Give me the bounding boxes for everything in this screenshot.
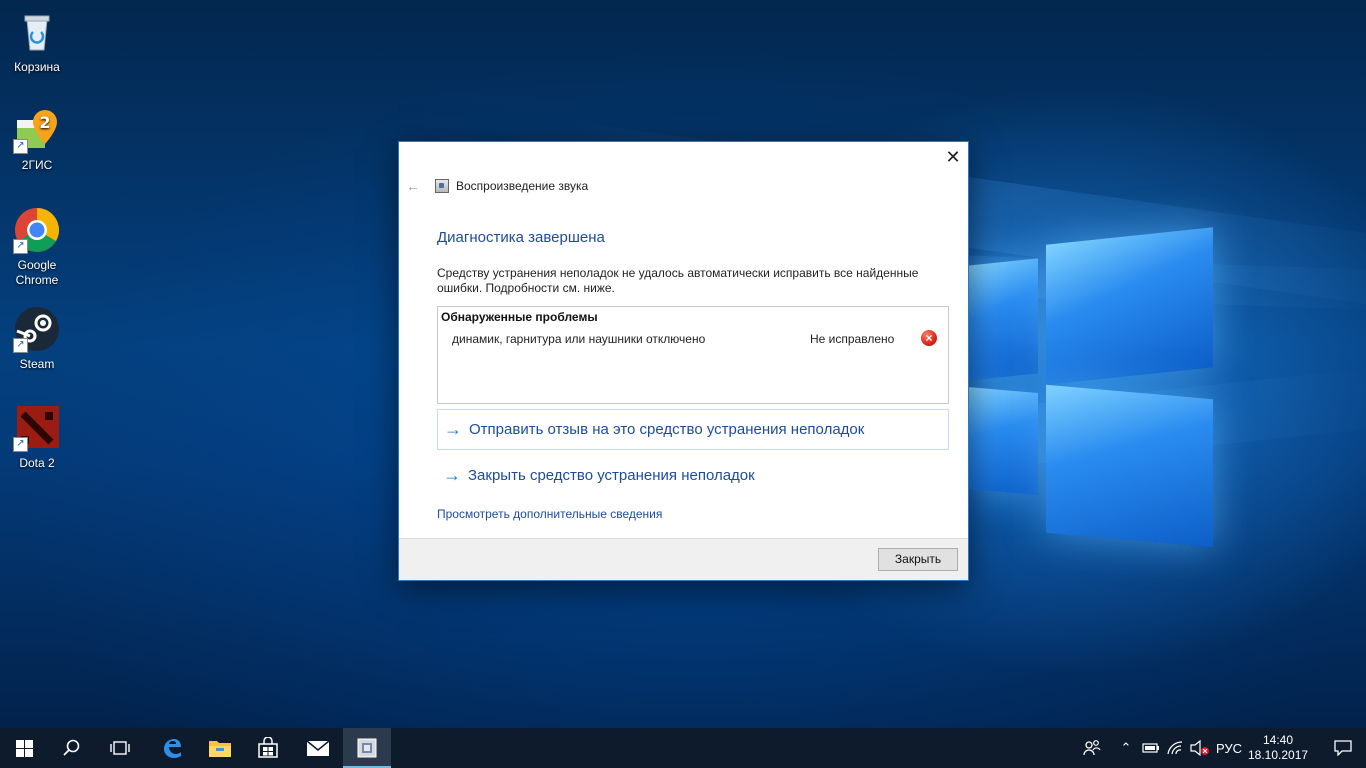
- send-feedback-label: Отправить отзыв на это средство устранен…: [469, 421, 865, 438]
- task-view-button[interactable]: [96, 728, 144, 768]
- speaker-muted-icon: [1190, 740, 1209, 756]
- show-hidden-icons-button[interactable]: ⌃: [1116, 728, 1136, 768]
- mail-button[interactable]: [294, 728, 342, 768]
- clock-time: 14:40: [1262, 733, 1294, 747]
- desktop-icon-label: Dota 2: [19, 456, 55, 470]
- view-details-link[interactable]: Просмотреть дополнительные сведения: [437, 507, 662, 521]
- desktop-icon-label: Steam: [19, 357, 55, 371]
- shortcut-arrow-icon: ↗: [13, 437, 28, 452]
- close-troubleshooter-link[interactable]: → Закрыть средство устранения неполадок: [437, 456, 947, 495]
- desktop-icon-dota2[interactable]: ↗ Dota 2: [0, 404, 74, 471]
- back-arrow-icon[interactable]: ←: [406, 178, 420, 194]
- problem-name: динамик, гарнитура или наушники отключен…: [452, 332, 706, 346]
- troubleshooter-icon: [357, 738, 377, 758]
- edge-icon: [164, 739, 181, 758]
- windows-logo-icon: [15, 739, 33, 757]
- file-explorer-button[interactable]: [196, 728, 244, 768]
- taskbar: ⌃ РУС 14:40 18.10.2017: [0, 728, 1366, 768]
- arrow-right-icon: →: [444, 419, 462, 439]
- desktop-icon-label: 2ГИС: [21, 158, 53, 172]
- logo-pane: [1046, 384, 1213, 548]
- desktop-icon-chrome[interactable]: ↗ Google Chrome: [0, 206, 74, 288]
- troubleshooter-dialog: ✕ ← Воспроизведение звука Диагностика за…: [398, 141, 969, 581]
- recycle-bin-icon: [13, 8, 61, 56]
- logo-pane: [968, 386, 1038, 496]
- desktop-icon-label: Google Chrome: [15, 258, 59, 287]
- edge-button[interactable]: [148, 728, 196, 768]
- troubleshooter-icon: [435, 179, 449, 193]
- store-icon: [258, 737, 278, 758]
- wifi-icon: [1167, 741, 1183, 755]
- svg-text:2: 2: [39, 113, 50, 132]
- chrome-icon: ↗: [13, 206, 61, 254]
- clock[interactable]: 14:40 18.10.2017: [1248, 733, 1308, 763]
- diagnosis-description: Средству устранения неполадок не удалось…: [437, 266, 919, 295]
- task-view-icon: [110, 741, 130, 755]
- problems-header: Обнаруженные проблемы: [441, 310, 598, 324]
- shortcut-arrow-icon: ↗: [13, 139, 28, 154]
- clock-date: 18.10.2017: [1248, 748, 1309, 762]
- battery-icon: [1142, 743, 1159, 753]
- folder-icon: [209, 741, 231, 757]
- search-button[interactable]: [48, 728, 96, 768]
- desktop-icon-recycle-bin[interactable]: Корзина: [0, 8, 74, 75]
- dialog-footer: Закрыть: [399, 538, 968, 580]
- volume-button[interactable]: [1188, 728, 1212, 768]
- steam-icon: ↗: [13, 305, 61, 353]
- dialog-title: Воспроизведение звука: [435, 179, 588, 193]
- shortcut-arrow-icon: ↗: [13, 239, 28, 254]
- chevron-up-icon: ⌃: [1120, 740, 1132, 755]
- logo-pane: [1046, 227, 1213, 385]
- close-button[interactable]: Закрыть: [878, 548, 958, 571]
- desktop-icon-steam[interactable]: ↗ Steam: [0, 305, 74, 372]
- desktop-icon-2gis[interactable]: 2 ↗ 2ГИС: [0, 106, 74, 173]
- dialog-title-text: Воспроизведение звука: [456, 179, 589, 193]
- desktop-icon-label: Корзина: [14, 60, 60, 74]
- dota2-icon: ↗: [13, 404, 61, 452]
- diagnosis-heading: Диагностика завершена: [437, 229, 605, 246]
- start-button[interactable]: [0, 728, 48, 768]
- action-center-button[interactable]: [1320, 728, 1366, 768]
- problems-list: Обнаруженные проблемы динамик, гарнитура…: [437, 306, 949, 404]
- error-icon: ×: [921, 330, 937, 346]
- people-button[interactable]: [1080, 728, 1104, 768]
- logo-pane: [968, 258, 1038, 381]
- close-troubleshooter-label: Закрыть средство устранения неполадок: [468, 467, 755, 484]
- people-icon: [1083, 740, 1101, 756]
- problem-status: Не исправлено: [810, 332, 895, 346]
- mail-icon: [306, 740, 330, 756]
- arrow-right-icon: →: [443, 465, 461, 485]
- language-indicator[interactable]: РУС: [1214, 728, 1244, 768]
- 2gis-icon: 2 ↗: [13, 106, 61, 154]
- battery-button[interactable]: [1140, 728, 1162, 768]
- store-button[interactable]: [244, 728, 292, 768]
- notification-icon: [1334, 740, 1352, 756]
- network-button[interactable]: [1164, 728, 1186, 768]
- close-icon[interactable]: ✕: [942, 146, 964, 168]
- send-feedback-link[interactable]: → Отправить отзыв на это средство устран…: [437, 409, 949, 450]
- shortcut-arrow-icon: ↗: [13, 338, 28, 353]
- search-icon: [63, 739, 80, 756]
- troubleshooter-taskbar-button[interactable]: [343, 728, 391, 768]
